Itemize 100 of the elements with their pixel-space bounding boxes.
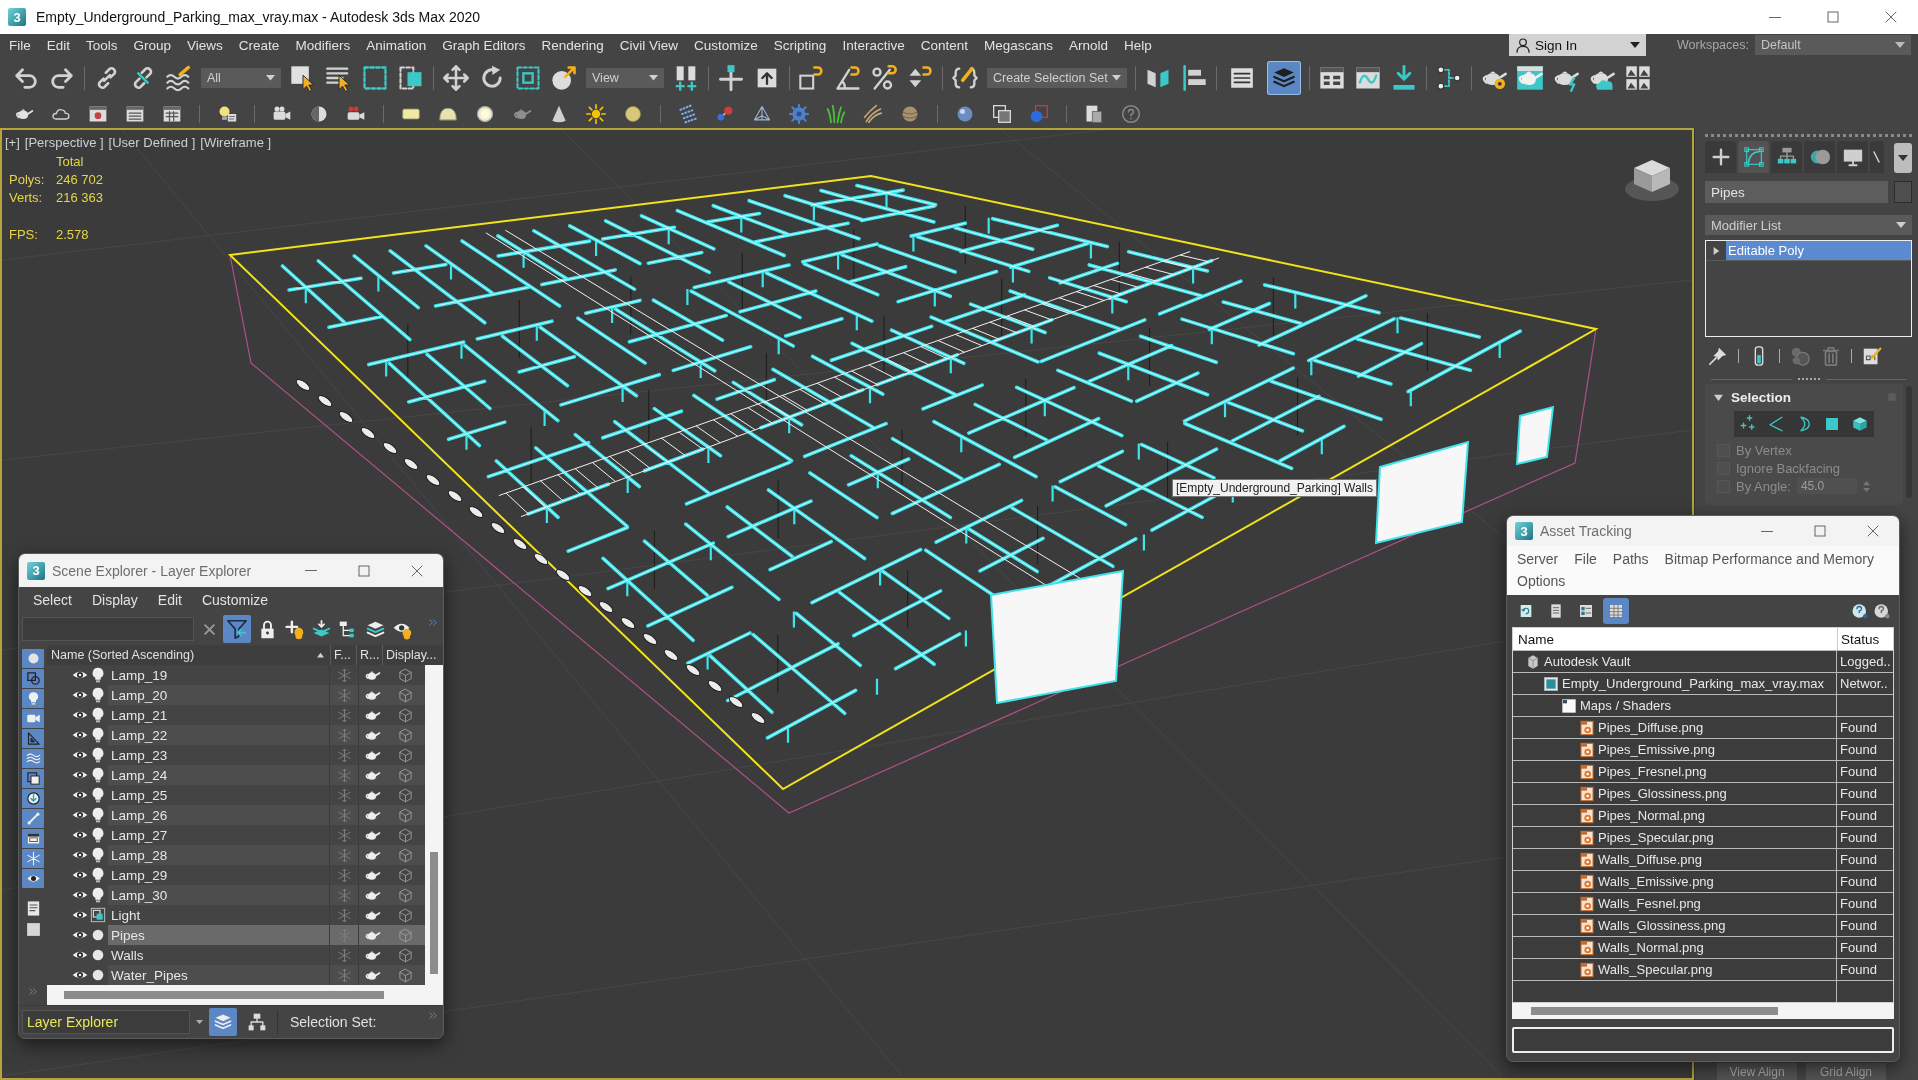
table-window-icon[interactable] xyxy=(125,104,145,124)
layer-view-button[interactable] xyxy=(209,1008,237,1036)
cube-outline-icon[interactable] xyxy=(397,807,413,823)
menu-item[interactable]: Modifiers xyxy=(287,37,359,53)
image-grid-icon[interactable] xyxy=(1624,64,1652,92)
cube-outline-icon[interactable] xyxy=(397,907,413,923)
help-settings-icon[interactable] xyxy=(1873,602,1891,620)
glossy-sphere-icon[interactable] xyxy=(955,104,975,124)
modifier-stack-item[interactable]: Editable Poly xyxy=(1726,241,1911,260)
rollout-title[interactable]: Selection xyxy=(1731,389,1879,405)
column-header[interactable]: Name (Sorted Ascending) xyxy=(47,648,317,662)
menu-item[interactable]: Create xyxy=(230,37,288,53)
clipboard-icon[interactable] xyxy=(1084,104,1104,124)
blank-square-icon[interactable] xyxy=(24,920,42,938)
viewport-menu[interactable]: [User Defined ] xyxy=(108,135,196,150)
search-field[interactable] xyxy=(22,617,194,641)
menu-item[interactable]: Server xyxy=(1509,549,1567,569)
cube-outline-icon[interactable] xyxy=(397,767,413,783)
panel-grip[interactable] xyxy=(1705,134,1912,137)
dashed-rectangle-icon[interactable] xyxy=(361,64,389,92)
menu-item[interactable]: Animation xyxy=(358,37,435,53)
help-bubble-icon[interactable] xyxy=(1851,602,1869,620)
menu-item[interactable]: Scripting xyxy=(765,37,835,53)
layer-row[interactable]: Pipes xyxy=(108,925,425,945)
layer-row[interactable]: Lamp_28 xyxy=(108,845,425,865)
lights-filter-button[interactable] xyxy=(22,689,44,708)
layer-row[interactable]: Lamp_22 xyxy=(108,725,425,745)
menu-item[interactable]: Customize xyxy=(191,592,279,608)
menu-item[interactable]: Tools xyxy=(78,37,126,53)
align-icon[interactable] xyxy=(1180,64,1208,92)
scale-icon[interactable] xyxy=(514,64,542,92)
add-layer-icon[interactable] xyxy=(284,618,305,640)
layer-row[interactable]: Lamp_30 xyxy=(108,885,425,905)
sun-icon[interactable] xyxy=(586,104,606,124)
close-icon[interactable] xyxy=(1885,11,1897,23)
cube-outline-icon[interactable] xyxy=(397,787,413,803)
menu-item[interactable]: Display xyxy=(81,592,148,608)
half-shaded-sphere-icon[interactable] xyxy=(309,104,329,124)
cube-outline-icon[interactable] xyxy=(397,747,413,763)
cube-outline-icon[interactable] xyxy=(397,707,413,723)
cutout-box-icon[interactable] xyxy=(992,104,1012,124)
menu-item[interactable]: Paths xyxy=(1604,549,1657,569)
coordinate-system-dropdown[interactable]: View xyxy=(586,68,664,88)
clear-icon[interactable] xyxy=(202,621,217,637)
table-view-button[interactable] xyxy=(1603,598,1629,624)
utilities-tab[interactable] xyxy=(1870,141,1884,173)
hair-strands-icon[interactable] xyxy=(863,104,883,124)
cube-outline-icon[interactable] xyxy=(397,687,413,703)
window-crossing-icon[interactable] xyxy=(397,64,425,92)
menu-item[interactable]: Edit xyxy=(38,37,79,53)
pin-icon[interactable] xyxy=(1707,345,1729,367)
node-graph-icon[interactable] xyxy=(1435,64,1463,92)
manipulate-icon[interactable] xyxy=(717,64,745,92)
hidden-filter-button[interactable] xyxy=(22,869,44,888)
modifier-list-dropdown[interactable]: Modifier List xyxy=(1705,215,1912,235)
layer-row[interactable]: Lamp_26 xyxy=(108,805,425,825)
viewport-menu[interactable]: [Perspective ] xyxy=(24,135,104,150)
menu-item[interactable]: Views xyxy=(179,37,231,53)
menu-item[interactable]: Options xyxy=(1509,571,1574,591)
layer-explorer-toggle[interactable] xyxy=(1267,61,1301,95)
cube-outline-icon[interactable] xyxy=(397,887,413,903)
helpers-filter-button[interactable] xyxy=(22,729,44,748)
menu-item[interactable]: Help xyxy=(1116,37,1160,53)
layer-row[interactable]: Lamp_24 xyxy=(108,765,425,785)
dot-grid-icon[interactable] xyxy=(678,104,698,124)
snap-magnet-icon[interactable] xyxy=(798,64,826,92)
minimize-icon[interactable] xyxy=(1761,530,1773,532)
place-icon[interactable] xyxy=(550,64,578,92)
maximize-icon[interactable] xyxy=(358,564,370,577)
grass-icon[interactable] xyxy=(826,104,846,124)
percent-snap-icon[interactable] xyxy=(870,64,898,92)
cube-outline-icon[interactable] xyxy=(397,847,413,863)
explorer-mode-dropdown[interactable]: Layer Explorer xyxy=(22,1010,190,1034)
viewport-menu[interactable]: [+] xyxy=(5,135,20,150)
teapot-window-icon[interactable] xyxy=(1516,64,1544,92)
cameras-filter-button[interactable] xyxy=(22,709,44,728)
move-icon[interactable] xyxy=(442,64,470,92)
layer-row[interactable]: Water_Pipes xyxy=(108,965,425,985)
hierarchy-tab[interactable] xyxy=(1771,141,1802,173)
sort-up-icon[interactable] xyxy=(317,651,324,659)
layer-row[interactable]: Lamp_20 xyxy=(108,685,425,705)
picture-window-icon[interactable] xyxy=(88,104,108,124)
menu-item[interactable]: Graph Editors xyxy=(434,37,534,53)
selection-filter-dropdown[interactable]: All xyxy=(201,68,281,88)
selection-set-dropdown[interactable]: Create Selection Set xyxy=(987,68,1127,88)
caret-right-icon[interactable] xyxy=(1712,246,1720,255)
column-header[interactable]: Status xyxy=(1837,628,1893,650)
cube-outline-icon[interactable] xyxy=(397,827,413,843)
input-field[interactable] xyxy=(1512,1027,1894,1053)
textured-sphere-icon[interactable] xyxy=(900,104,920,124)
shapes-filter-button[interactable] xyxy=(22,669,44,688)
close-icon[interactable] xyxy=(411,564,423,577)
groups-filter-button[interactable] xyxy=(22,769,44,788)
angle-snap-icon[interactable] xyxy=(834,64,862,92)
bulb-note-icon[interactable] xyxy=(217,104,237,124)
menu-item[interactable]: Arnold xyxy=(1061,37,1117,53)
ring-sphere-icon[interactable] xyxy=(475,104,495,124)
sign-in-dropdown[interactable]: Sign In xyxy=(1509,34,1646,56)
cone-icon[interactable] xyxy=(549,104,569,124)
menu-item[interactable]: Select xyxy=(23,592,82,608)
